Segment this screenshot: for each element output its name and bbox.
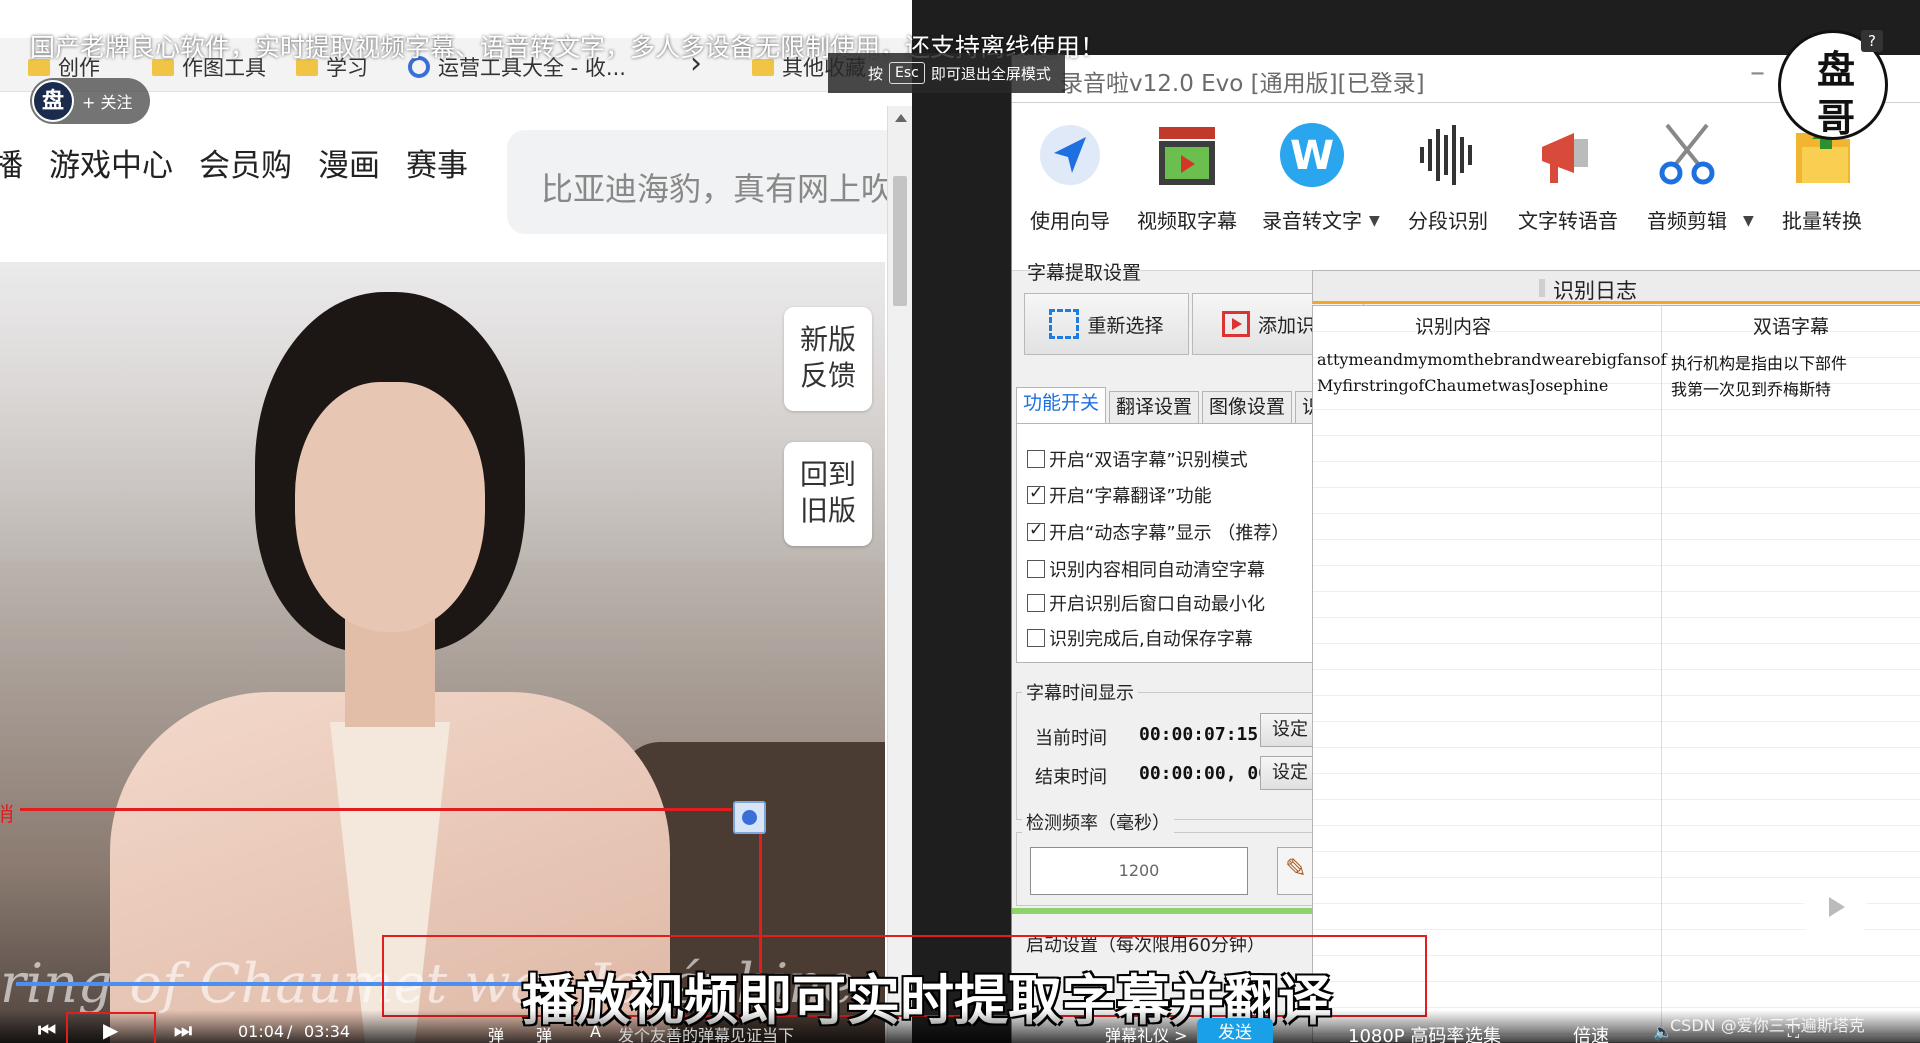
checkbox-checked[interactable] bbox=[1027, 520, 1045, 541]
selection-box-icon bbox=[1049, 309, 1080, 339]
megaphone-icon bbox=[1534, 117, 1602, 193]
search-input[interactable]: 比亚迪海豹，真有网上吹 bbox=[507, 130, 907, 234]
speed-button[interactable]: 倍速 bbox=[1573, 1022, 1609, 1043]
quality-selector[interactable]: 1080P 高码率 bbox=[1348, 1022, 1464, 1043]
danmaku-input[interactable]: 发个友善的弹幕见证当下 bbox=[618, 1022, 794, 1043]
column-header-content[interactable]: 识别内容 bbox=[1415, 312, 1491, 339]
table-cell[interactable]: attymeandmymomthebrandwearebigfansof bbox=[1317, 350, 1666, 369]
danmaku-settings-icon[interactable]: 弹 bbox=[536, 1022, 552, 1043]
follow-button[interactable]: 盘 + 关注 bbox=[30, 78, 150, 124]
tab-feature-switches[interactable]: 功能开关 bbox=[1016, 387, 1107, 423]
checkbox[interactable] bbox=[1027, 594, 1045, 612]
video-frame[interactable] bbox=[0, 262, 885, 1043]
svg-text:W: W bbox=[1290, 133, 1334, 179]
frequency-title: 检测频率（毫秒） bbox=[1022, 809, 1174, 835]
nav-item-comics[interactable]: 漫画 bbox=[318, 140, 380, 185]
set-end-time-button[interactable]: 设定 bbox=[1260, 756, 1320, 790]
previous-icon[interactable]: ⏮ bbox=[38, 1018, 56, 1042]
option-bilingual-mode[interactable]: 开启“双语字幕”识别模式 bbox=[1027, 446, 1248, 472]
chevron-down-icon[interactable]: ▼ bbox=[1369, 213, 1380, 229]
toolbar-segment-recognition[interactable]: 分段识别 bbox=[1398, 117, 1498, 234]
time-current: 01:04 bbox=[238, 1022, 285, 1041]
minimize-icon[interactable]: – bbox=[1750, 55, 1765, 90]
option-auto-minimize[interactable]: 开启识别后窗口自动最小化 bbox=[1027, 590, 1265, 616]
toolbar-speech-to-text[interactable]: W 录音转文字 bbox=[1252, 117, 1372, 234]
table-cell[interactable]: MyfirstringofChaumetwasJosephine bbox=[1317, 376, 1608, 395]
app-title: 录音啦v12.0 Evo [通用版][已登录] bbox=[1060, 71, 1425, 97]
time-display-title: 字幕时间显示 bbox=[1022, 679, 1138, 705]
episodes-button[interactable]: 选集 bbox=[1465, 1022, 1501, 1043]
table-cell[interactable]: 执行机构是指由以下部件 bbox=[1671, 350, 1847, 374]
site-nav: 播 游戏中心 会员购 漫画 赛事 bbox=[0, 140, 468, 185]
current-time-value: 00:00:07:151 bbox=[1139, 724, 1270, 745]
end-time-value: 00:00:00, 000 bbox=[1139, 763, 1280, 784]
frequency-input[interactable]: 1200 bbox=[1030, 847, 1248, 895]
selection-line-horizontal bbox=[20, 808, 732, 811]
nav-item-esports[interactable]: 赛事 bbox=[406, 140, 468, 185]
esc-key: Esc bbox=[889, 62, 925, 84]
nav-item-member-shop[interactable]: 会员购 bbox=[199, 140, 292, 185]
danmaku-etiquette-link[interactable]: 弹幕礼仪 > bbox=[1105, 1022, 1188, 1043]
csdn-watermark: CSDN @爱你三千遍斯塔克 bbox=[1670, 1016, 1865, 1035]
subtitle-settings-title: 字幕提取设置 bbox=[1027, 262, 1142, 284]
option-dynamic-subtitle[interactable]: 开启“动态字幕”显示 （推荐） bbox=[1027, 519, 1289, 545]
send-danmaku-button[interactable]: 发送 bbox=[1197, 1018, 1273, 1043]
page-scrollbar[interactable] bbox=[887, 106, 912, 1043]
reselect-button[interactable]: 重新选择 bbox=[1024, 293, 1189, 355]
avatar[interactable]: 盘 bbox=[32, 80, 74, 122]
subtitle-app-window: 录音啦v12.0 Evo [通用版][已登录] – 使用向导 视频取字幕 W 录… bbox=[1011, 55, 1920, 1043]
time-separator: / bbox=[287, 1022, 293, 1041]
text-style-icon[interactable]: A bbox=[590, 1022, 601, 1041]
scroll-up-arrow-icon[interactable] bbox=[895, 114, 907, 122]
column-header-bilingual[interactable]: 双语字幕 bbox=[1753, 312, 1829, 339]
danmaku-toggle-icon[interactable]: 弹 bbox=[488, 1022, 504, 1043]
fullscreen-exit-hint: 按 Esc 即可退出全屏模式 bbox=[828, 53, 1065, 93]
person-face bbox=[295, 382, 485, 632]
scissors-icon bbox=[1653, 117, 1721, 193]
next-icon[interactable]: ⏭ bbox=[174, 1018, 192, 1042]
browser-window: 创作 作图工具 学习 运营工具大全 - 收... › 其他收藏 播 游戏中心 会… bbox=[0, 0, 912, 1043]
scroll-thumb[interactable] bbox=[893, 176, 907, 306]
current-time-label: 当前时间 bbox=[1035, 728, 1107, 749]
grip-icon bbox=[1539, 279, 1545, 297]
checkbox[interactable] bbox=[1027, 450, 1045, 468]
toolbar-audio-editing[interactable]: 音频剪辑 bbox=[1637, 117, 1737, 234]
time-total: 03:34 bbox=[304, 1022, 351, 1041]
navigation-arrow-icon bbox=[1036, 117, 1104, 193]
checkbox[interactable] bbox=[1027, 629, 1045, 647]
tab-translation-settings[interactable]: 翻译设置 bbox=[1109, 391, 1200, 423]
waveform-icon bbox=[1414, 117, 1482, 193]
table-cell[interactable]: 我第一次见到乔梅斯特 bbox=[1671, 376, 1831, 400]
option-auto-save[interactable]: 识别完成后,自动保存字幕 bbox=[1027, 625, 1253, 651]
checkbox[interactable] bbox=[1027, 560, 1045, 578]
nav-item[interactable]: 播 bbox=[0, 140, 23, 185]
red-mark-label: 消 bbox=[0, 802, 14, 826]
recognition-log-tab[interactable]: 识别日志 bbox=[1312, 270, 1920, 304]
w-logo-icon: W bbox=[1278, 117, 1346, 193]
toolbar-guide[interactable]: 使用向导 bbox=[1025, 117, 1115, 234]
tv-play-icon[interactable] bbox=[1803, 880, 1867, 936]
help-icon[interactable]: ? bbox=[1861, 30, 1883, 52]
edit-icon[interactable] bbox=[1277, 847, 1317, 895]
column-divider bbox=[1661, 306, 1662, 1042]
option-auto-clear[interactable]: 识别内容相同自动清空字幕 bbox=[1027, 556, 1265, 582]
chevron-down-icon[interactable]: ▼ bbox=[1743, 213, 1754, 229]
capture-target-icon[interactable] bbox=[733, 801, 766, 834]
toolbar-text-to-speech[interactable]: 文字转语音 bbox=[1510, 117, 1626, 234]
new-version-feedback-button[interactable]: 新版 反馈 bbox=[784, 307, 872, 411]
option-subtitle-translation[interactable]: 开启“字幕翻译”功能 bbox=[1027, 482, 1212, 508]
video-play-icon bbox=[1153, 117, 1221, 193]
tab-image-settings[interactable]: 图像设置 bbox=[1202, 391, 1293, 423]
set-current-time-button[interactable]: 设定 bbox=[1260, 713, 1320, 747]
toolbar-video-subtitle[interactable]: 视频取字幕 bbox=[1132, 117, 1242, 234]
nav-item-game-center[interactable]: 游戏中心 bbox=[49, 140, 173, 185]
play-icon[interactable]: ▶ bbox=[103, 1018, 118, 1042]
end-time-label: 结束时间 bbox=[1035, 767, 1107, 788]
play-box-icon bbox=[1221, 311, 1250, 337]
checkbox-checked[interactable] bbox=[1027, 483, 1045, 504]
back-to-old-version-button[interactable]: 回到 旧版 bbox=[784, 442, 872, 546]
